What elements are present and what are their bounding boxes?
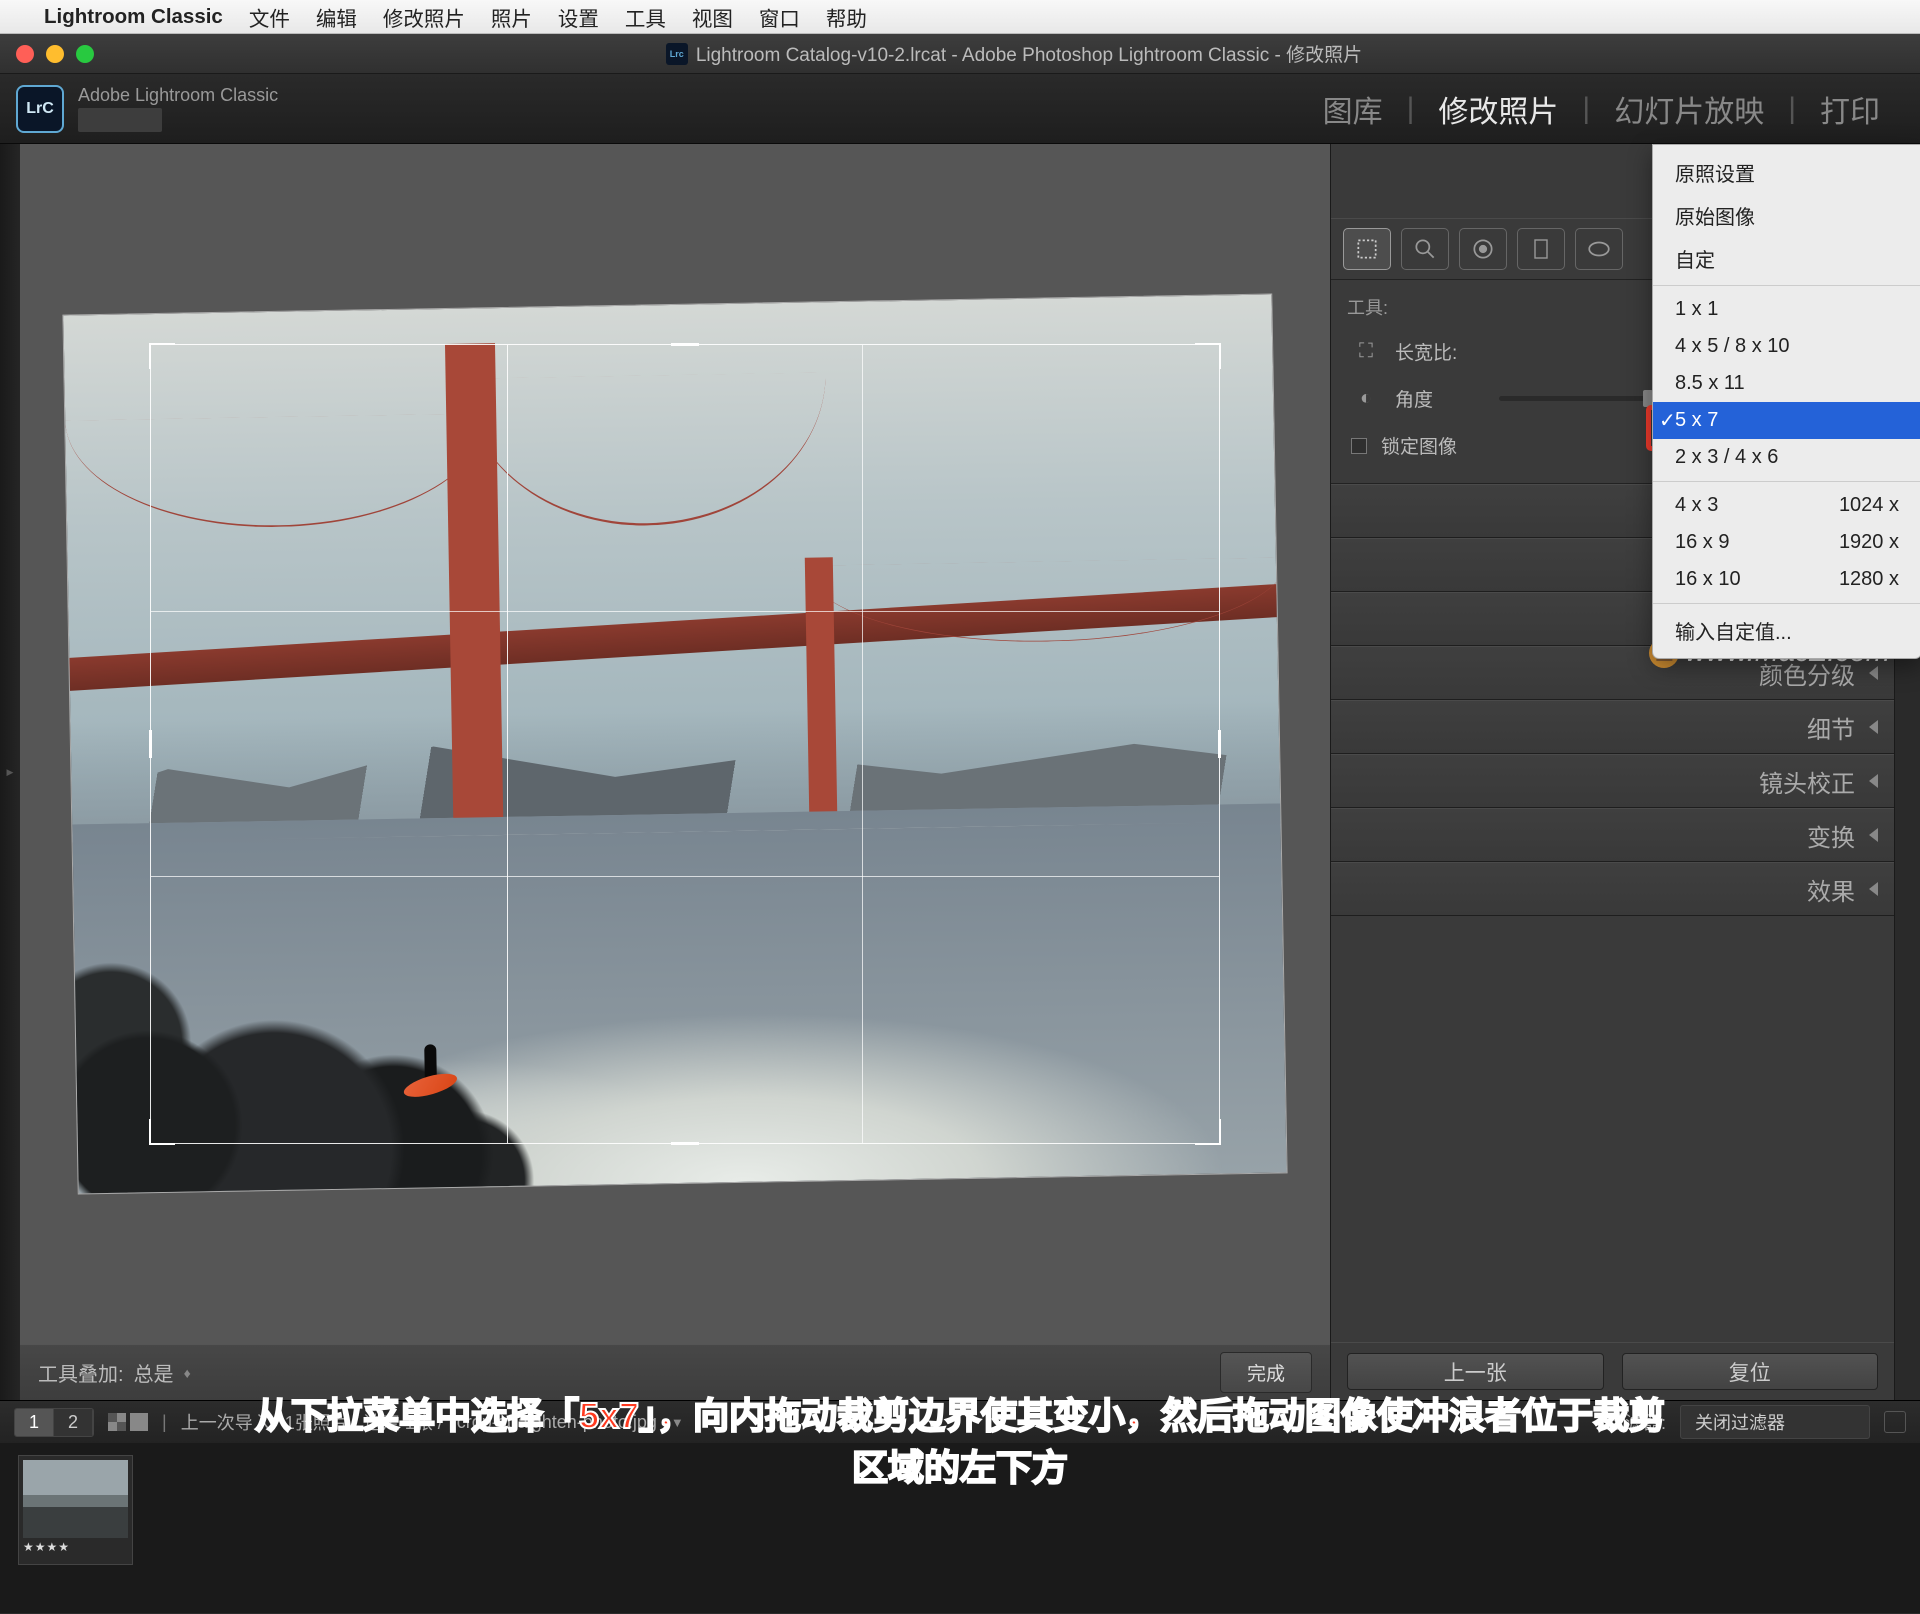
brand-name: Adobe Lightroom Classic xyxy=(78,85,278,106)
aspect-option[interactable]: 原始图像 xyxy=(1653,194,1920,237)
window-titlebar: Lrc Lightroom Catalog-v10-2.lrcat - Adob… xyxy=(0,34,1920,74)
menu-edit[interactable]: 编辑 xyxy=(316,2,357,32)
menu-tools[interactable]: 工具 xyxy=(625,2,666,32)
zoom-window-button[interactable] xyxy=(76,45,94,63)
aspect-option[interactable]: 4 x 31024 x xyxy=(1653,487,1920,524)
aspect-option-selected[interactable]: 5 x 7 xyxy=(1653,402,1920,439)
crop-tool-icon[interactable] xyxy=(1343,228,1391,270)
aspect-option[interactable]: 8.5 x 11 xyxy=(1653,365,1920,402)
filter-select[interactable]: 关闭过滤器 xyxy=(1680,1405,1870,1439)
menu-help[interactable]: 帮助 xyxy=(826,2,867,32)
right-panel: 工具: ⛶ 长宽比: ◐ 角度 0.00 锁定图像 基本 xyxy=(1330,144,1920,1400)
surfer-figure xyxy=(414,1044,445,1100)
aspect-option-custom[interactable]: 输入自定值... xyxy=(1653,609,1920,652)
module-print[interactable]: 打印 xyxy=(1796,87,1904,131)
develop-toolbar: 工具叠加: 总是 ♦ 完成 xyxy=(20,1344,1330,1400)
angle-icon[interactable]: ◐ xyxy=(1351,387,1381,410)
menu-settings[interactable]: 设置 xyxy=(558,2,599,32)
chevron-icon[interactable]: ♦ xyxy=(184,1365,191,1381)
minimize-window-button[interactable] xyxy=(46,45,64,63)
module-library[interactable]: 图库 xyxy=(1299,87,1407,131)
triangle-left-icon xyxy=(1869,882,1878,896)
photo-preview[interactable] xyxy=(62,294,1287,1195)
aspect-icon[interactable]: ⛶ xyxy=(1351,340,1381,363)
triangle-left-icon xyxy=(1869,774,1878,788)
app-menu[interactable]: Lightroom Classic xyxy=(44,5,223,29)
aspect-option[interactable]: 4 x 5 / 8 x 10 xyxy=(1653,328,1920,365)
tool-overlay-value[interactable]: 总是 xyxy=(134,1358,174,1387)
done-button[interactable]: 完成 xyxy=(1220,1352,1312,1393)
filter-label: 过滤器: xyxy=(1607,1409,1666,1435)
aspect-label: 长宽比: xyxy=(1395,338,1485,365)
gradient-tool-icon[interactable] xyxy=(1517,228,1565,270)
aspect-option[interactable]: 16 x 101280 x xyxy=(1653,561,1920,598)
angle-label: 角度 xyxy=(1395,385,1485,412)
monitor-segments[interactable]: 1 2 xyxy=(14,1408,94,1437)
menu-photo[interactable]: 照片 xyxy=(491,2,532,32)
radial-tool-icon[interactable] xyxy=(1575,228,1623,270)
fs-count: 1张照片 / 选定 1张 / xyxy=(285,1409,443,1435)
aspect-option[interactable]: 1 x 1 xyxy=(1653,291,1920,328)
chevron-down-icon[interactable]: ▼ xyxy=(671,1415,684,1430)
section-detail[interactable]: 细节 xyxy=(1331,700,1894,754)
identity-plate[interactable] xyxy=(78,108,162,132)
menu-develop[interactable]: 修改照片 xyxy=(383,2,465,32)
filter-lock-icon[interactable] xyxy=(1884,1411,1906,1433)
filmstrip: 1 2 | 上一次导入 1张照片 / 选定 1张 / crop-straight… xyxy=(0,1400,1920,1613)
left-panel-collapsed[interactable] xyxy=(0,144,20,1400)
reset-button[interactable]: 复位 xyxy=(1622,1353,1879,1390)
aspect-option[interactable]: 2 x 3 / 4 x 6 xyxy=(1653,439,1920,476)
lrc-title-icon: Lrc xyxy=(666,43,688,65)
prev-button[interactable]: 上一张 xyxy=(1347,1353,1604,1390)
segment-2[interactable]: 2 xyxy=(54,1409,93,1436)
close-window-button[interactable] xyxy=(16,45,34,63)
mac-menubar[interactable]: Lightroom Classic 文件 编辑 修改照片 照片 设置 工具 视图… xyxy=(0,0,1920,34)
grid-view-icons[interactable] xyxy=(108,1413,148,1431)
aspect-option[interactable]: 16 x 91920 x xyxy=(1653,524,1920,561)
lock-image-checkbox[interactable] xyxy=(1351,438,1367,454)
aspect-ratio-menu[interactable]: 原照设置 原始图像 自定 1 x 1 4 x 5 / 8 x 10 8.5 x … xyxy=(1652,144,1920,659)
window-title: Lightroom Catalog-v10-2.lrcat - Adobe Ph… xyxy=(696,40,1362,67)
module-picker: 图库 | 修改照片 | 幻灯片放映 | 打印 xyxy=(1299,87,1904,131)
section-transform[interactable]: 变换 xyxy=(1331,808,1894,862)
section-effects[interactable]: 效果 xyxy=(1331,862,1894,916)
thumb-image xyxy=(23,1460,128,1538)
lock-image-label: 锁定图像 xyxy=(1381,432,1457,459)
nav-buttons: 上一张 复位 xyxy=(1331,1342,1894,1400)
fs-filename: crop-straighten-photo.jpg xyxy=(457,1412,657,1433)
thumb-rating[interactable]: ★★★★ xyxy=(23,1540,128,1554)
aspect-option[interactable]: 原照设置 xyxy=(1653,151,1920,194)
aspect-option[interactable]: 自定 xyxy=(1653,237,1920,280)
fs-path-prefix[interactable]: 上一次导入 xyxy=(181,1409,271,1435)
module-slideshow[interactable]: 幻灯片放映 xyxy=(1590,87,1788,131)
photo-canvas[interactable] xyxy=(20,144,1330,1344)
triangle-left-icon xyxy=(1869,828,1878,842)
segment-1[interactable]: 1 xyxy=(15,1409,54,1436)
triangle-left-icon xyxy=(1869,720,1878,734)
section-lens[interactable]: 镜头校正 xyxy=(1331,754,1894,808)
filmstrip-thumbnail[interactable]: ★★★★ xyxy=(18,1455,133,1565)
triangle-left-icon xyxy=(1869,666,1878,680)
spot-tool-icon[interactable] xyxy=(1401,228,1449,270)
module-develop[interactable]: 修改照片 xyxy=(1414,87,1582,131)
menu-file[interactable]: 文件 xyxy=(249,2,290,32)
tool-overlay-label: 工具叠加: xyxy=(38,1358,124,1387)
lrc-logo-icon: LrC xyxy=(16,85,64,133)
menu-window[interactable]: 窗口 xyxy=(759,2,800,32)
redeye-tool-icon[interactable] xyxy=(1459,228,1507,270)
app-header: LrC Adobe Lightroom Classic 图库 | 修改照片 | … xyxy=(0,74,1920,144)
center-area: 工具叠加: 总是 ♦ 完成 xyxy=(20,144,1330,1400)
menu-view[interactable]: 视图 xyxy=(692,2,733,32)
